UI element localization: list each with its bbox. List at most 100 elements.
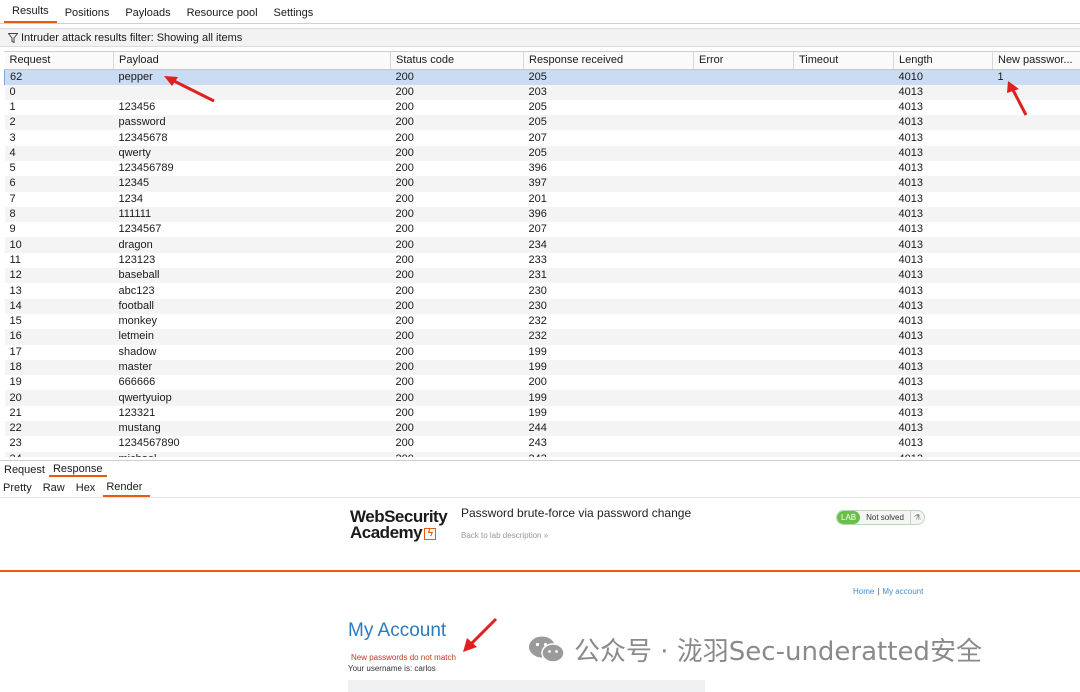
cell-payload: michael <box>114 452 391 457</box>
cell-error <box>694 452 794 457</box>
tab-pretty[interactable]: Pretty <box>0 482 40 496</box>
back-to-lab-link[interactable]: Back to lab description » <box>461 531 548 540</box>
cell-new-password <box>993 222 1080 237</box>
cell-response-received: 205 <box>524 146 694 161</box>
cell-error <box>694 299 794 314</box>
cell-response-received: 199 <box>524 390 694 405</box>
tab-hex[interactable]: Hex <box>73 482 104 496</box>
tab-response[interactable]: Response <box>49 463 107 477</box>
table-row[interactable]: 111231232002334013 <box>5 253 1080 268</box>
cell-status-code: 200 <box>391 146 524 161</box>
cell-error <box>694 130 794 145</box>
cell-status-code: 200 <box>391 268 524 283</box>
cell-new-password <box>993 130 1080 145</box>
cell-length: 4013 <box>894 314 993 329</box>
cell-payload: 1234 <box>114 192 391 207</box>
cell-request: 20 <box>5 390 114 405</box>
table-row[interactable]: 24michael2002434013 <box>5 452 1080 457</box>
table-row[interactable]: 6123452003974013 <box>5 176 1080 191</box>
cell-error <box>694 207 794 222</box>
table-row[interactable]: 22mustang2002444013 <box>5 421 1080 436</box>
cell-payload <box>114 85 391 100</box>
cell-payload: abc123 <box>114 283 391 298</box>
table-row[interactable]: 81111112003964013 <box>5 207 1080 222</box>
flask-icon: ⚗ <box>910 511 924 524</box>
table-row[interactable]: 712342002014013 <box>5 192 1080 207</box>
col-header-length[interactable]: Length <box>894 52 993 69</box>
cell-timeout <box>794 345 894 360</box>
table-row[interactable]: 16letmein2002324013 <box>5 329 1080 344</box>
col-header-request[interactable]: Request <box>5 52 114 69</box>
tab-positions[interactable]: Positions <box>57 7 118 23</box>
table-row[interactable]: 4qwerty2002054013 <box>5 146 1080 161</box>
cell-error <box>694 69 794 85</box>
col-header-response-received[interactable]: Response received <box>524 52 694 69</box>
col-header-payload[interactable]: Payload <box>114 52 391 69</box>
table-row[interactable]: 211233212001994013 <box>5 406 1080 421</box>
cell-length: 4013 <box>894 253 993 268</box>
tab-request[interactable]: Request <box>0 464 49 476</box>
cell-timeout <box>794 268 894 283</box>
cell-request: 2 <box>5 115 114 130</box>
cell-request: 14 <box>5 299 114 314</box>
cell-error <box>694 85 794 100</box>
table-row[interactable]: 20qwertyuiop2001994013 <box>5 390 1080 405</box>
cell-timeout <box>794 100 894 115</box>
tab-results[interactable]: Results <box>4 5 57 23</box>
tab-resource-pool[interactable]: Resource pool <box>179 7 266 23</box>
logo-line-2: Academy <box>350 523 422 542</box>
table-row[interactable]: 10dragon2002344013 <box>5 237 1080 252</box>
cell-error <box>694 253 794 268</box>
cell-response-received: 199 <box>524 345 694 360</box>
table-row[interactable]: 18master2001994013 <box>5 360 1080 375</box>
table-row[interactable]: 912345672002074013 <box>5 222 1080 237</box>
cell-response-received: 205 <box>524 69 694 85</box>
web-security-academy-logo: WebSecurity Academyϟ <box>350 509 447 541</box>
table-row[interactable]: 12baseball2002314013 <box>5 268 1080 283</box>
cell-response-received: 244 <box>524 421 694 436</box>
table-row[interactable]: 2312345678902002434013 <box>5 436 1080 451</box>
cell-response-received: 230 <box>524 283 694 298</box>
cell-timeout <box>794 207 894 222</box>
table-row[interactable]: 15monkey2002324013 <box>5 314 1080 329</box>
table-row[interactable]: 3123456782002074013 <box>5 130 1080 145</box>
cell-new-password <box>993 299 1080 314</box>
cell-response-received: 199 <box>524 406 694 421</box>
table-row[interactable]: 196666662002004013 <box>5 375 1080 390</box>
table-row[interactable]: 51234567892003964013 <box>5 161 1080 176</box>
col-header-timeout[interactable]: Timeout <box>794 52 894 69</box>
cell-request: 21 <box>5 406 114 421</box>
cell-length: 4013 <box>894 436 993 451</box>
col-header-status-code[interactable]: Status code <box>391 52 524 69</box>
results-filter-bar[interactable]: Intruder attack results filter: Showing … <box>0 28 1080 47</box>
cell-request: 24 <box>5 452 114 457</box>
tab-payloads[interactable]: Payloads <box>117 7 178 23</box>
cell-error <box>694 146 794 161</box>
cell-length: 4013 <box>894 329 993 344</box>
table-row[interactable]: 14football2002304013 <box>5 299 1080 314</box>
cell-timeout <box>794 283 894 298</box>
nav-my-account-link[interactable]: My account <box>882 587 923 596</box>
password-input-field[interactable] <box>348 680 705 692</box>
cell-status-code: 200 <box>391 176 524 191</box>
cell-payload: master <box>114 360 391 375</box>
cell-error <box>694 329 794 344</box>
col-header-error[interactable]: Error <box>694 52 794 69</box>
cell-payload: football <box>114 299 391 314</box>
table-row[interactable]: 13abc1232002304013 <box>5 283 1080 298</box>
table-row[interactable]: 2password2002054013 <box>5 115 1080 130</box>
cell-request: 9 <box>5 222 114 237</box>
cell-length: 4010 <box>894 69 993 85</box>
cell-length: 4013 <box>894 390 993 405</box>
tab-settings[interactable]: Settings <box>266 7 322 23</box>
tab-render[interactable]: Render <box>103 481 150 497</box>
results-table-body: 62pepper20020540101020020340131123456200… <box>5 69 1080 457</box>
tab-raw[interactable]: Raw <box>40 482 73 496</box>
cell-request: 0 <box>5 85 114 100</box>
col-header-new-password[interactable]: New passwor... <box>993 52 1080 69</box>
results-table-container[interactable]: Request Payload Status code Response rec… <box>4 51 1080 457</box>
table-row[interactable]: 17shadow2001994013 <box>5 345 1080 360</box>
cell-length: 4013 <box>894 100 993 115</box>
wechat-icon <box>528 635 566 665</box>
nav-home-link[interactable]: Home <box>853 587 874 596</box>
